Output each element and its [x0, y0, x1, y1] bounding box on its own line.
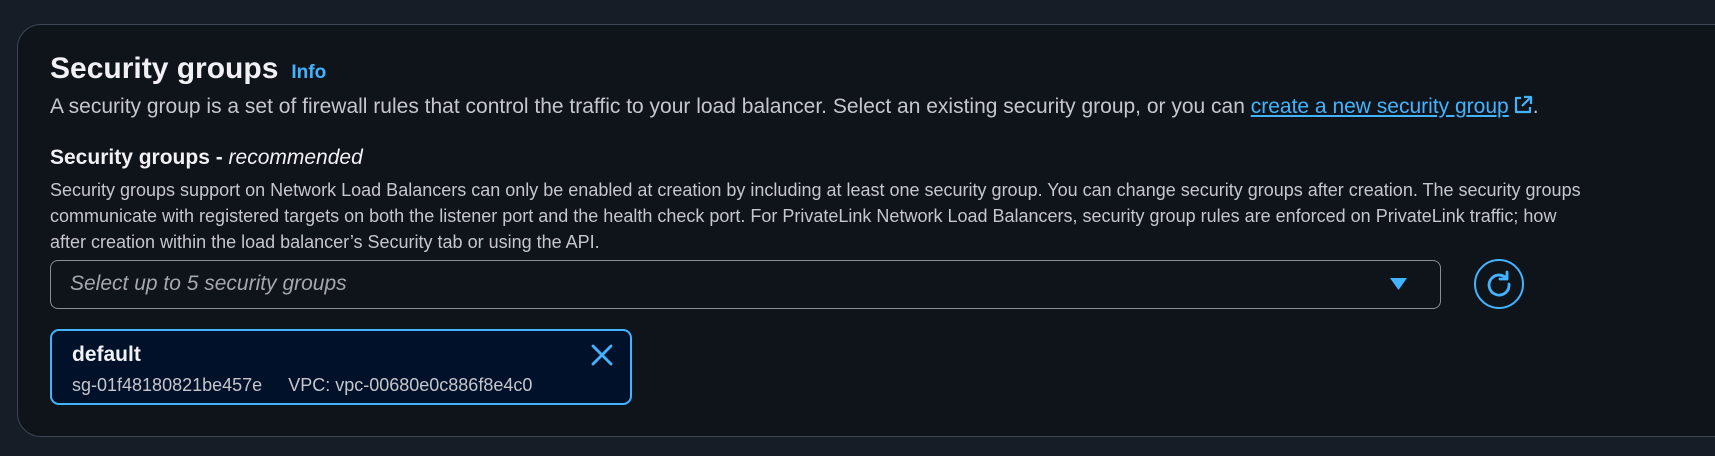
- refresh-button[interactable]: [1474, 259, 1524, 309]
- section-description: A security group is a set of firewall ru…: [50, 95, 1539, 119]
- create-security-group-link-text: create a new security group: [1250, 95, 1509, 118]
- security-groups-select[interactable]: Select up to 5 security groups: [50, 260, 1441, 309]
- close-icon[interactable]: [588, 341, 616, 369]
- section-header: Security groups Info: [50, 52, 326, 86]
- field-constraint-text: Security groups support on Network Load …: [50, 177, 1715, 255]
- field-label: Security groups - recommended: [50, 146, 363, 170]
- field-label-qualifier: recommended: [228, 146, 363, 169]
- constraint-line: after creation within the load balancer’…: [50, 232, 600, 252]
- section-title: Security groups: [50, 52, 279, 85]
- caret-down-icon: [1390, 278, 1407, 290]
- token-vpc-id: VPC: vpc-00680e0c886f8e4c0: [288, 375, 533, 395]
- external-link-icon: [1514, 95, 1532, 114]
- token-details: sg-01f48180821be457e VPC: vpc-00680e0c886…: [72, 375, 532, 396]
- constraint-line: communicate with registered targets on b…: [50, 206, 1557, 226]
- token-group-id: sg-01f48180821be457e: [72, 375, 263, 395]
- refresh-icon: [1487, 270, 1511, 297]
- description-text: A security group is a set of firewall ru…: [50, 95, 1251, 118]
- field-label-text: Security groups -: [50, 146, 229, 169]
- selected-security-group-token: default sg-01f48180821be457e VPC: vpc-006…: [50, 329, 632, 405]
- constraint-line: Security groups support on Network Load …: [50, 180, 1581, 200]
- info-link[interactable]: Info: [291, 62, 326, 84]
- create-security-group-link[interactable]: create a new security group: [1251, 95, 1533, 118]
- select-placeholder: Select up to 5 security groups: [70, 272, 347, 295]
- description-suffix: .: [1532, 95, 1539, 118]
- token-name: default: [72, 343, 141, 366]
